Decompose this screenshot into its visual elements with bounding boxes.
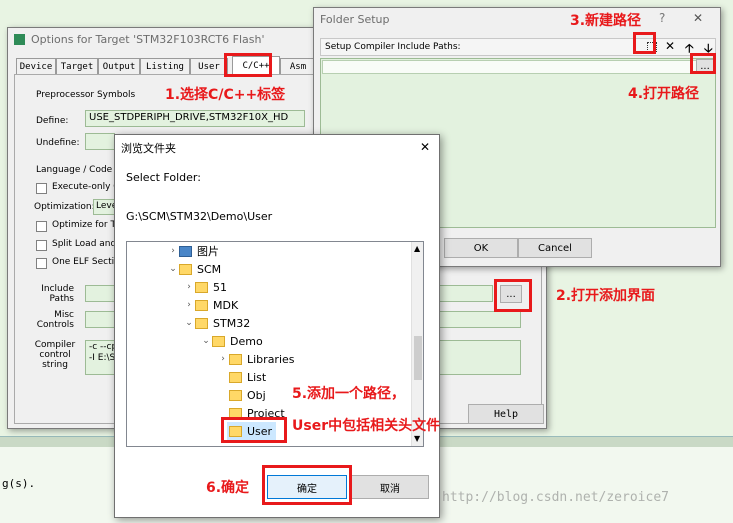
undefine-input[interactable] (85, 133, 115, 150)
tree-item-mdk[interactable]: › MDK (183, 296, 238, 314)
tab-asm[interactable]: Asm (280, 58, 316, 75)
execute-only-checkbox[interactable] (36, 183, 47, 194)
scroll-thumb[interactable] (414, 336, 422, 380)
optimize-time-checkbox[interactable] (36, 221, 47, 232)
folder-setup-title: Folder Setup (320, 12, 390, 26)
browse-close-icon[interactable]: ✕ (420, 140, 430, 154)
folder-icon (212, 335, 225, 347)
highlight-path-browse (690, 53, 716, 74)
select-folder-label: Select Folder: (126, 171, 201, 184)
include-paths-header-label: Setup Compiler Include Paths: (325, 42, 461, 52)
tree-item-scm[interactable]: ⌄ SCM (167, 260, 221, 278)
tree-item-list[interactable]: List (229, 368, 266, 386)
collapse-icon[interactable]: ⌄ (183, 318, 195, 328)
highlight-user-folder (221, 417, 287, 443)
expand-icon[interactable]: › (167, 246, 179, 256)
tree-label: Libraries (247, 352, 295, 366)
tab-target[interactable]: Target (56, 58, 98, 75)
help-button[interactable]: Help (468, 404, 544, 424)
annotation-step5a: 5.添加一个路径， (292, 386, 406, 402)
tree-item-libraries[interactable]: › Libraries (217, 350, 295, 368)
tab-user[interactable]: User (190, 58, 228, 75)
include-paths-header: Setup Compiler Include Paths: ✕ 🡡 🡣 (320, 38, 716, 56)
folder-icon (229, 353, 242, 365)
highlight-cpp-tab (224, 53, 272, 77)
delete-path-icon[interactable]: ✕ (665, 39, 675, 53)
highlight-ok-button (262, 465, 352, 505)
undefine-label: Undefine: (36, 138, 80, 148)
tree-item-obj[interactable]: Obj (229, 386, 266, 404)
tab-listing[interactable]: Listing (140, 58, 190, 75)
include-path-entry[interactable] (322, 60, 714, 74)
tree-label: Demo (230, 334, 263, 348)
tab-output[interactable]: Output (98, 58, 140, 75)
selected-path: G:\SCM\STM32\Demo\User (126, 210, 273, 223)
folder-icon (195, 317, 208, 329)
tab-device[interactable]: Device (16, 58, 56, 75)
folder-icon (179, 263, 192, 275)
browse-titlebar: 浏览文件夹 ✕ (115, 135, 439, 159)
annotation-step6: 6.确定 (206, 480, 250, 496)
annotation-step1: 1.选择C/C++标签 (165, 87, 286, 103)
preprocessor-group-label: Preprocessor Symbols (36, 90, 136, 100)
tree-label: SCM (197, 262, 222, 276)
optimization-label: Optimization: (34, 202, 95, 212)
tree-label: MDK (213, 298, 239, 312)
background-text: g(s). (2, 477, 36, 490)
browse-cancel-button[interactable]: 取消 (351, 475, 429, 499)
folder-setup-ok-button[interactable]: OK (444, 238, 518, 258)
watermark: http://blog.csdn.net/zeroice7 (442, 490, 669, 505)
keil-icon (14, 33, 25, 45)
tree-label: 图片 (197, 245, 219, 258)
folder-icon (229, 371, 242, 383)
collapse-icon[interactable]: ⌄ (167, 264, 179, 274)
tree-item-51[interactable]: › 51 (183, 278, 227, 296)
include-paths-label: Include Paths (41, 284, 74, 304)
folder-icon (195, 299, 208, 311)
tree-item-demo[interactable]: ⌄ Demo (200, 332, 263, 350)
browse-title: 浏览文件夹 (121, 142, 176, 155)
collapse-icon[interactable]: ⌄ (200, 336, 212, 346)
split-load-checkbox[interactable] (36, 240, 47, 251)
expand-icon[interactable]: › (183, 300, 195, 310)
tree-label: 51 (213, 280, 227, 294)
folder-setup-help-icon[interactable]: ? (659, 11, 665, 25)
annotation-step5b: User中包括相关头文件 (292, 418, 441, 434)
define-input[interactable]: USE_STDPERIPH_DRIVE,STM32F10X_HD (85, 110, 305, 127)
folder-setup-close-icon[interactable]: ✕ (693, 11, 703, 25)
scroll-up-icon[interactable]: ▲ (414, 244, 420, 253)
annotation-step4: 4.打开路径 (628, 86, 700, 102)
tree-label: STM32 (213, 316, 251, 330)
tree-item-stm32[interactable]: ⌄ STM32 (183, 314, 250, 332)
expand-icon[interactable]: › (183, 282, 195, 292)
tree-label: List (247, 370, 267, 384)
define-value: USE_STDPERIPH_DRIVE,STM32F10X_HD (89, 112, 289, 123)
scroll-down-icon[interactable]: ▼ (414, 434, 420, 443)
misc-controls-label: Misc Controls (36, 310, 74, 330)
folder-icon (195, 281, 208, 293)
highlight-new-path (633, 32, 656, 54)
annotation-step2: 2.打开添加界面 (556, 288, 656, 304)
tree-label: Obj (247, 388, 266, 402)
options-title: Options for Target 'STM32F103RCT6 Flash' (31, 32, 265, 46)
browse-folder-dialog: 浏览文件夹 ✕ Select Folder: G:\SCM\STM32\Demo… (114, 134, 440, 518)
highlight-browse-button (494, 279, 532, 312)
compiler-control-label: Compiler control string (34, 340, 76, 370)
folder-icon (229, 389, 242, 401)
one-elf-checkbox[interactable] (36, 258, 47, 269)
define-label: Define: (36, 116, 69, 126)
annotation-step3: 3.新建路径 (570, 13, 642, 29)
tree-item-pictures[interactable]: › 图片 (167, 242, 219, 260)
picture-icon (179, 245, 192, 257)
folder-setup-cancel-button[interactable]: Cancel (518, 238, 592, 258)
expand-icon[interactable]: › (217, 354, 229, 364)
